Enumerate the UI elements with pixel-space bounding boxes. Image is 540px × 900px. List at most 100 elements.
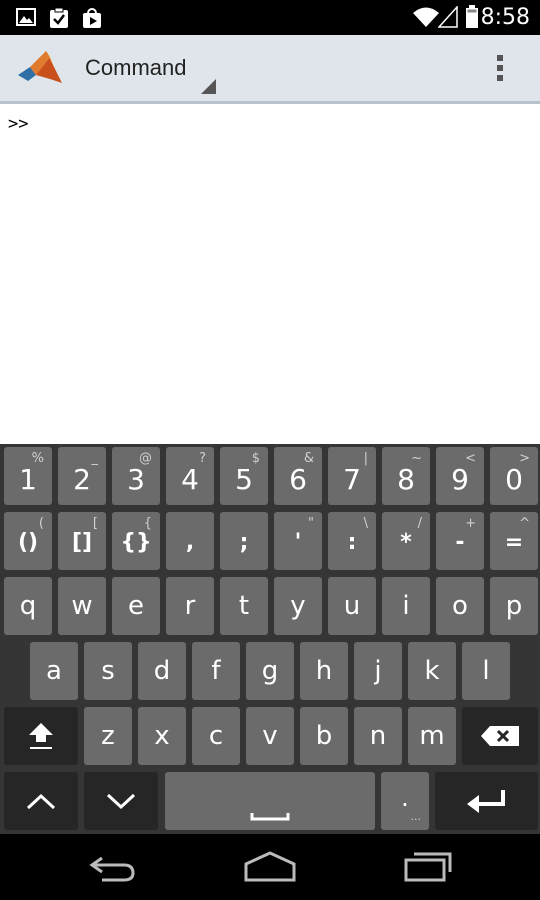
command-prompt: >> bbox=[8, 114, 29, 134]
back-icon[interactable] bbox=[88, 852, 136, 887]
key-label: 8 bbox=[397, 463, 415, 496]
key-u[interactable]: u bbox=[328, 577, 376, 635]
key-comma[interactable]: , bbox=[166, 512, 214, 570]
space-key[interactable] bbox=[165, 772, 375, 830]
key-h[interactable]: h bbox=[300, 642, 348, 700]
shift-key[interactable] bbox=[4, 707, 78, 765]
key-3[interactable]: @ 3 bbox=[112, 447, 160, 505]
key-f[interactable]: f bbox=[192, 642, 240, 700]
key-i[interactable]: i bbox=[382, 577, 430, 635]
key-quote[interactable]: " ' bbox=[274, 512, 322, 570]
key-s[interactable]: s bbox=[84, 642, 132, 700]
key-x[interactable]: x bbox=[138, 707, 186, 765]
signal-icon bbox=[437, 5, 458, 33]
key-equals[interactable]: ^ = bbox=[490, 512, 538, 570]
key-parentheses[interactable]: ( () bbox=[4, 512, 52, 570]
key-5[interactable]: $ 5 bbox=[220, 447, 268, 505]
cursor-up-key[interactable] bbox=[4, 772, 78, 830]
key-label: , bbox=[185, 530, 195, 555]
battery-icon bbox=[465, 5, 479, 34]
key-period[interactable]: . ... bbox=[381, 772, 429, 830]
key-1[interactable]: % 1 bbox=[4, 447, 52, 505]
key-label: g bbox=[261, 656, 279, 686]
key-9[interactable]: < 9 bbox=[436, 447, 484, 505]
recents-icon[interactable] bbox=[404, 848, 454, 887]
key-d[interactable]: d bbox=[138, 642, 186, 700]
command-window[interactable]: >> bbox=[0, 104, 540, 444]
cursor-down-key[interactable] bbox=[84, 772, 158, 830]
key-label: b bbox=[315, 721, 333, 751]
key-alt-label: ... bbox=[410, 810, 422, 823]
key-semicolon[interactable]: ; bbox=[220, 512, 268, 570]
key-minus[interactable]: + - bbox=[436, 512, 484, 570]
overflow-menu-icon[interactable] bbox=[493, 53, 507, 88]
key-b[interactable]: b bbox=[300, 707, 348, 765]
key-a[interactable]: a bbox=[30, 642, 78, 700]
key-l[interactable]: l bbox=[462, 642, 510, 700]
key-7[interactable]: | 7 bbox=[328, 447, 376, 505]
clock-time: 8:58 bbox=[480, 5, 530, 30]
key-w[interactable]: w bbox=[58, 577, 106, 635]
key-j[interactable]: j bbox=[354, 642, 402, 700]
key-label: r bbox=[184, 591, 196, 621]
key-label: x bbox=[154, 721, 170, 751]
backspace-icon bbox=[462, 707, 538, 765]
key-2[interactable]: _ 2 bbox=[58, 447, 106, 505]
home-icon[interactable] bbox=[243, 850, 297, 887]
key-p[interactable]: p bbox=[490, 577, 538, 635]
key-8[interactable]: ~ 8 bbox=[382, 447, 430, 505]
key-z[interactable]: z bbox=[84, 707, 132, 765]
key-label: l bbox=[482, 656, 490, 686]
key-6[interactable]: & 6 bbox=[274, 447, 322, 505]
key-label: e bbox=[128, 591, 144, 621]
key-t[interactable]: t bbox=[220, 577, 268, 635]
key-n[interactable]: n bbox=[354, 707, 402, 765]
key-q[interactable]: q bbox=[4, 577, 52, 635]
backspace-key[interactable] bbox=[462, 707, 538, 765]
key-label: = bbox=[504, 530, 524, 555]
matlab-logo-icon[interactable] bbox=[16, 49, 64, 94]
key-4[interactable]: ? 4 bbox=[166, 447, 214, 505]
key-g[interactable]: g bbox=[246, 642, 294, 700]
key-label: i bbox=[402, 591, 410, 621]
key-0[interactable]: > 0 bbox=[490, 447, 538, 505]
key-label: c bbox=[208, 721, 224, 751]
key-e[interactable]: e bbox=[112, 577, 160, 635]
key-label: 5 bbox=[235, 463, 253, 496]
key-alt-label: ( bbox=[38, 516, 44, 531]
key-colon[interactable]: \ : bbox=[328, 512, 376, 570]
key-label: w bbox=[71, 591, 93, 621]
shift-icon bbox=[4, 707, 78, 765]
enter-key[interactable] bbox=[435, 772, 538, 830]
key-label: 6 bbox=[289, 463, 307, 496]
chevron-down-icon bbox=[84, 772, 158, 830]
key-c[interactable]: c bbox=[192, 707, 240, 765]
key-label: 9 bbox=[451, 463, 469, 496]
key-o[interactable]: o bbox=[436, 577, 484, 635]
key-label: y bbox=[290, 591, 306, 621]
key-label: z bbox=[101, 721, 115, 751]
key-r[interactable]: r bbox=[166, 577, 214, 635]
key-label: . bbox=[401, 784, 409, 812]
key-label: ; bbox=[239, 530, 249, 555]
key-brackets[interactable]: [ [] bbox=[58, 512, 106, 570]
key-asterisk[interactable]: / * bbox=[382, 512, 430, 570]
key-v[interactable]: v bbox=[246, 707, 294, 765]
soft-keyboard: % 1 _ 2 @ 3 ? 4 $ 5 & 6 | 7 ~ 8 < 9 > 0 … bbox=[0, 444, 540, 834]
key-label: - bbox=[455, 530, 465, 555]
key-label: [] bbox=[71, 530, 93, 555]
key-braces[interactable]: { {} bbox=[112, 512, 160, 570]
navigation-bar bbox=[0, 834, 540, 900]
key-alt-label: " bbox=[308, 516, 314, 531]
dropdown-triangle-icon[interactable] bbox=[199, 79, 217, 100]
key-label: ' bbox=[294, 530, 302, 555]
key-k[interactable]: k bbox=[408, 642, 456, 700]
window-title[interactable]: Command bbox=[85, 55, 186, 81]
key-y[interactable]: y bbox=[274, 577, 322, 635]
image-icon bbox=[16, 7, 36, 32]
key-label: * bbox=[400, 530, 412, 555]
key-label: a bbox=[46, 656, 62, 686]
action-bar: Command bbox=[0, 35, 540, 104]
key-m[interactable]: m bbox=[408, 707, 456, 765]
key-label: k bbox=[424, 656, 440, 686]
